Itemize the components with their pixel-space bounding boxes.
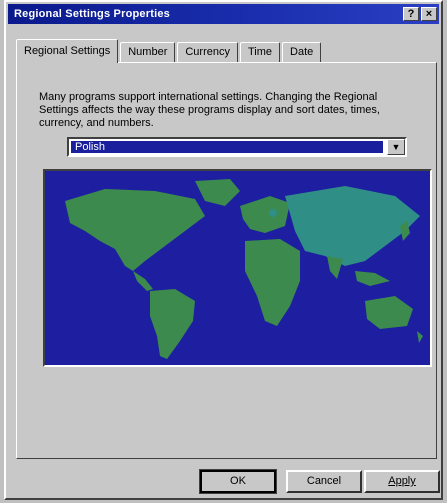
locale-select[interactable]: Polish ▼ (67, 137, 407, 157)
regional-settings-dialog: Regional Settings Properties ? × Regiona… (4, 0, 443, 500)
title-bar[interactable]: Regional Settings Properties ? × (8, 4, 439, 24)
tab-strip: Regional Settings Number Currency Time D… (16, 38, 323, 63)
tab-number[interactable]: Number (120, 42, 176, 62)
cancel-button[interactable]: Cancel (286, 470, 362, 493)
world-map-graphic (65, 179, 423, 359)
tab-time[interactable]: Time (239, 42, 281, 62)
chevron-down-icon[interactable]: ▼ (387, 139, 405, 155)
help-button[interactable]: ? (403, 7, 419, 21)
description-text: Many programs support international sett… (39, 91, 380, 129)
apply-button[interactable]: Apply (364, 470, 440, 493)
regional-settings-panel: Many programs support international sett… (16, 62, 437, 459)
close-button[interactable]: × (421, 7, 437, 21)
ok-button[interactable]: OK (199, 469, 277, 494)
tab-regional-settings[interactable]: Regional Settings (16, 39, 119, 63)
world-map[interactable] (43, 169, 432, 367)
tab-currency[interactable]: Currency (177, 42, 238, 62)
tab-date[interactable]: Date (282, 42, 322, 62)
locale-selected-value: Polish (71, 141, 383, 153)
window-title: Regional Settings Properties (14, 8, 170, 20)
